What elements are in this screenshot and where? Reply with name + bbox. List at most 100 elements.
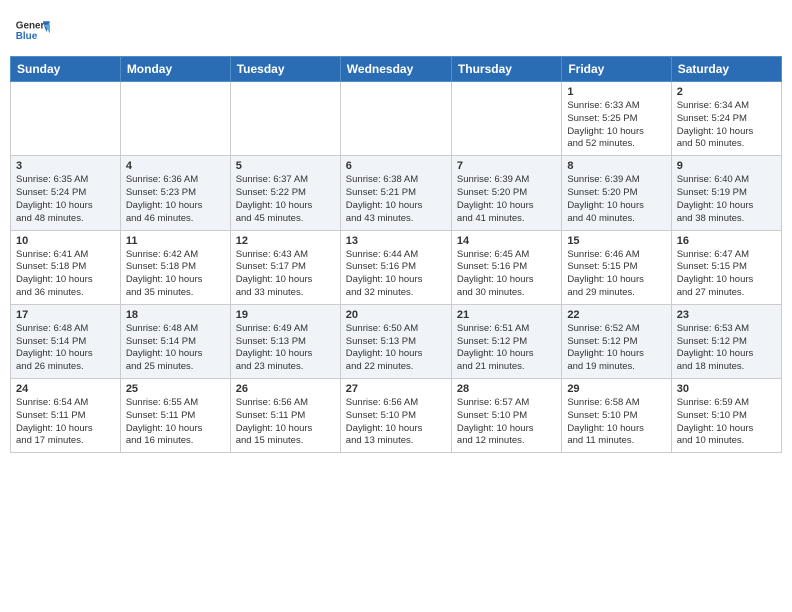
header: General Blue (10, 10, 782, 50)
day-number: 23 (677, 309, 776, 321)
day-number: 28 (457, 383, 556, 395)
day-info: Sunrise: 6:42 AMSunset: 5:18 PMDaylight:… (126, 249, 225, 300)
day-info: Sunrise: 6:50 AMSunset: 5:13 PMDaylight:… (346, 323, 446, 374)
day-cell-12: 12 Sunrise: 6:43 AMSunset: 5:17 PMDayligh… (230, 230, 340, 304)
day-number: 27 (346, 383, 446, 395)
day-cell-19: 19 Sunrise: 6:49 AMSunset: 5:13 PMDayligh… (230, 304, 340, 378)
day-cell-13: 13 Sunrise: 6:44 AMSunset: 5:16 PMDayligh… (340, 230, 451, 304)
day-number: 9 (677, 160, 776, 172)
weekday-header-monday: Monday (120, 57, 230, 82)
day-info: Sunrise: 6:45 AMSunset: 5:16 PMDaylight:… (457, 249, 556, 300)
empty-cell (230, 82, 340, 156)
day-cell-9: 9 Sunrise: 6:40 AMSunset: 5:19 PMDaylight… (671, 156, 781, 230)
weekday-header-tuesday: Tuesday (230, 57, 340, 82)
empty-cell (11, 82, 121, 156)
day-number: 24 (16, 383, 115, 395)
day-info: Sunrise: 6:55 AMSunset: 5:11 PMDaylight:… (126, 397, 225, 448)
day-info: Sunrise: 6:53 AMSunset: 5:12 PMDaylight:… (677, 323, 776, 374)
day-cell-6: 6 Sunrise: 6:38 AMSunset: 5:21 PMDaylight… (340, 156, 451, 230)
day-cell-15: 15 Sunrise: 6:46 AMSunset: 5:15 PMDayligh… (562, 230, 671, 304)
day-info: Sunrise: 6:34 AMSunset: 5:24 PMDaylight:… (677, 100, 776, 151)
day-cell-10: 10 Sunrise: 6:41 AMSunset: 5:18 PMDayligh… (11, 230, 121, 304)
day-cell-29: 29 Sunrise: 6:58 AMSunset: 5:10 PMDayligh… (562, 379, 671, 453)
day-number: 19 (236, 309, 335, 321)
day-info: Sunrise: 6:58 AMSunset: 5:10 PMDaylight:… (567, 397, 665, 448)
day-info: Sunrise: 6:49 AMSunset: 5:13 PMDaylight:… (236, 323, 335, 374)
day-number: 17 (16, 309, 115, 321)
day-info: Sunrise: 6:48 AMSunset: 5:14 PMDaylight:… (16, 323, 115, 374)
day-number: 22 (567, 309, 665, 321)
day-number: 16 (677, 235, 776, 247)
day-number: 15 (567, 235, 665, 247)
weekday-header-sunday: Sunday (11, 57, 121, 82)
week-row-5: 24 Sunrise: 6:54 AMSunset: 5:11 PMDayligh… (11, 379, 782, 453)
day-cell-26: 26Sunrise: 6:56 AMSunset: 5:11 PMDayligh… (230, 379, 340, 453)
day-number: 18 (126, 309, 225, 321)
logo-icon: General Blue (14, 14, 50, 50)
day-cell-18: 18 Sunrise: 6:48 AMSunset: 5:14 PMDayligh… (120, 304, 230, 378)
day-info: Sunrise: 6:41 AMSunset: 5:18 PMDaylight:… (16, 249, 115, 300)
day-info: Sunrise: 6:40 AMSunset: 5:19 PMDaylight:… (677, 174, 776, 225)
day-info: Sunrise: 6:38 AMSunset: 5:21 PMDaylight:… (346, 174, 446, 225)
day-cell-16: 16Sunrise: 6:47 AMSunset: 5:15 PMDayligh… (671, 230, 781, 304)
week-row-1: 1Sunrise: 6:33 AMSunset: 5:25 PMDaylight… (11, 82, 782, 156)
empty-cell (451, 82, 561, 156)
day-number: 5 (236, 160, 335, 172)
day-info: Sunrise: 6:54 AMSunset: 5:11 PMDaylight:… (16, 397, 115, 448)
day-number: 12 (236, 235, 335, 247)
day-info: Sunrise: 6:48 AMSunset: 5:14 PMDaylight:… (126, 323, 225, 374)
weekday-header-wednesday: Wednesday (340, 57, 451, 82)
day-cell-3: 3 Sunrise: 6:35 AMSunset: 5:24 PMDaylight… (11, 156, 121, 230)
day-cell-2: 2 Sunrise: 6:34 AMSunset: 5:24 PMDaylight… (671, 82, 781, 156)
day-info: Sunrise: 6:39 AMSunset: 5:20 PMDaylight:… (567, 174, 665, 225)
day-number: 2 (677, 86, 776, 98)
day-info: Sunrise: 6:39 AMSunset: 5:20 PMDaylight:… (457, 174, 556, 225)
day-cell-11: 11 Sunrise: 6:42 AMSunset: 5:18 PMDayligh… (120, 230, 230, 304)
day-number: 14 (457, 235, 556, 247)
day-number: 20 (346, 309, 446, 321)
day-number: 29 (567, 383, 665, 395)
empty-cell (120, 82, 230, 156)
day-cell-23: 23 Sunrise: 6:53 AMSunset: 5:12 PMDayligh… (671, 304, 781, 378)
day-cell-4: 4Sunrise: 6:36 AMSunset: 5:23 PMDaylight… (120, 156, 230, 230)
day-number: 21 (457, 309, 556, 321)
day-number: 6 (346, 160, 446, 172)
day-info: Sunrise: 6:51 AMSunset: 5:12 PMDaylight:… (457, 323, 556, 374)
day-info: Sunrise: 6:52 AMSunset: 5:12 PMDaylight:… (567, 323, 665, 374)
day-number: 13 (346, 235, 446, 247)
day-info: Sunrise: 6:57 AMSunset: 5:10 PMDaylight:… (457, 397, 556, 448)
logo: General Blue (14, 14, 50, 50)
day-cell-25: 25 Sunrise: 6:55 AMSunset: 5:11 PMDayligh… (120, 379, 230, 453)
day-cell-28: 28 Sunrise: 6:57 AMSunset: 5:10 PMDayligh… (451, 379, 561, 453)
day-cell-7: 7 Sunrise: 6:39 AMSunset: 5:20 PMDaylight… (451, 156, 561, 230)
day-number: 1 (567, 86, 665, 98)
week-row-3: 10 Sunrise: 6:41 AMSunset: 5:18 PMDayligh… (11, 230, 782, 304)
week-row-4: 17 Sunrise: 6:48 AMSunset: 5:14 PMDayligh… (11, 304, 782, 378)
day-cell-20: 20 Sunrise: 6:50 AMSunset: 5:13 PMDayligh… (340, 304, 451, 378)
day-cell-21: 21 Sunrise: 6:51 AMSunset: 5:12 PMDayligh… (451, 304, 561, 378)
day-info: Sunrise: 6:43 AMSunset: 5:17 PMDaylight:… (236, 249, 335, 300)
week-row-2: 3 Sunrise: 6:35 AMSunset: 5:24 PMDaylight… (11, 156, 782, 230)
day-cell-1: 1Sunrise: 6:33 AMSunset: 5:25 PMDaylight… (562, 82, 671, 156)
day-number: 25 (126, 383, 225, 395)
day-number: 11 (126, 235, 225, 247)
weekday-header-row: SundayMondayTuesdayWednesdayThursdayFrid… (11, 57, 782, 82)
day-info: Sunrise: 6:46 AMSunset: 5:15 PMDaylight:… (567, 249, 665, 300)
day-cell-14: 14 Sunrise: 6:45 AMSunset: 5:16 PMDayligh… (451, 230, 561, 304)
day-number: 10 (16, 235, 115, 247)
weekday-header-thursday: Thursday (451, 57, 561, 82)
day-info: Sunrise: 6:37 AMSunset: 5:22 PMDaylight:… (236, 174, 335, 225)
day-cell-8: 8Sunrise: 6:39 AMSunset: 5:20 PMDaylight… (562, 156, 671, 230)
day-info: Sunrise: 6:35 AMSunset: 5:24 PMDaylight:… (16, 174, 115, 225)
day-number: 3 (16, 160, 115, 172)
day-cell-24: 24 Sunrise: 6:54 AMSunset: 5:11 PMDayligh… (11, 379, 121, 453)
day-number: 7 (457, 160, 556, 172)
day-info: Sunrise: 6:44 AMSunset: 5:16 PMDaylight:… (346, 249, 446, 300)
day-cell-30: 30Sunrise: 6:59 AMSunset: 5:10 PMDayligh… (671, 379, 781, 453)
weekday-header-saturday: Saturday (671, 57, 781, 82)
svg-text:Blue: Blue (16, 31, 38, 42)
day-info: Sunrise: 6:59 AMSunset: 5:10 PMDaylight:… (677, 397, 776, 448)
empty-cell (340, 82, 451, 156)
day-info: Sunrise: 6:56 AMSunset: 5:10 PMDaylight:… (346, 397, 446, 448)
day-number: 4 (126, 160, 225, 172)
